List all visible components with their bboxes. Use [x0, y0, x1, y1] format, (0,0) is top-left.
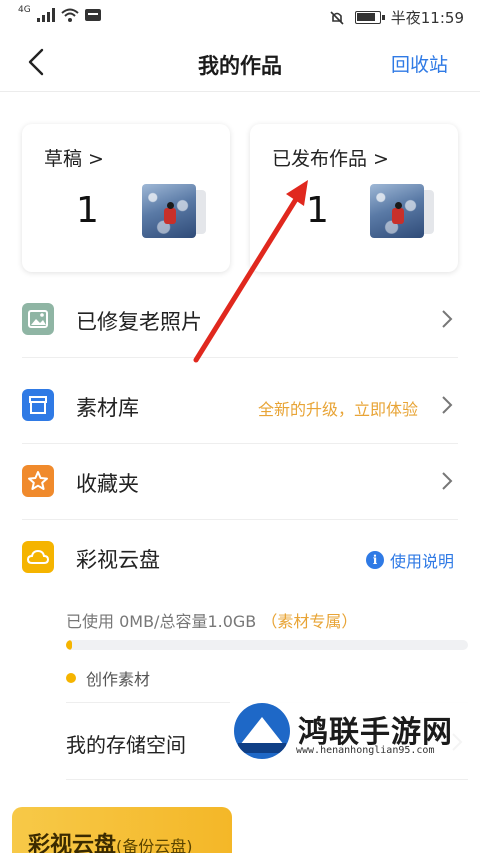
row-label: 收藏夹 [76, 472, 139, 496]
thumbnail-image [370, 184, 424, 238]
row-label: 已修复老照片 [76, 310, 202, 334]
usage-help-label: 使用说明 [389, 552, 454, 571]
usage-help-link[interactable]: i 使用说明 [365, 548, 454, 572]
watermark-url: www.henanhonglian95.com [296, 745, 435, 756]
clock: 半夜11:59 [390, 9, 464, 27]
published-card[interactable]: 已发布作品 > 1 [250, 124, 458, 272]
message-icon [84, 9, 101, 21]
cloud-icon [22, 541, 54, 573]
draft-thumbnail [142, 184, 208, 240]
chevron-right-icon [442, 396, 453, 414]
thumbnail-image [142, 184, 196, 238]
usage-progress-fill [66, 640, 73, 650]
wifi-icon [61, 8, 79, 22]
banner-title: 彩视云盘 [28, 833, 117, 853]
row-cloud-drive: 彩视云盘 i 使用说明 [22, 520, 458, 596]
recycle-bin-link[interactable]: 回收站 [391, 50, 448, 77]
published-card-title: 已发布作品 > [272, 148, 389, 170]
usage-legend: 创作素材 [66, 666, 150, 690]
row-label: 素材库 [76, 396, 139, 420]
storage-label: 我的存储空间 [66, 733, 186, 757]
chevron-right-icon [442, 310, 453, 328]
cloud-drive-banner[interactable]: 彩视云盘(备份云盘) [12, 807, 232, 853]
battery-icon [354, 11, 385, 24]
row-restored-photos[interactable]: 已修复老照片 [22, 282, 458, 358]
cloud-usage-text: 已使用 0MB/总容量1.0GB （素材专属） [66, 608, 357, 632]
chevron-right-icon [442, 472, 453, 490]
box-icon [22, 389, 54, 421]
row-label: 彩视云盘 [76, 548, 160, 572]
draft-card-title: 草稿 > [44, 148, 104, 170]
upgrade-promo-text[interactable]: 全新的升级，立即体验 [258, 396, 418, 420]
mute-icon [330, 10, 344, 25]
legend-dot [66, 673, 76, 683]
published-count: 1 [306, 190, 329, 231]
usage-amount: 已使用 0MB/总容量1.0GB [66, 612, 257, 631]
draft-card[interactable]: 草稿 > 1 [22, 124, 230, 272]
battery-fill [356, 13, 375, 21]
status-right: 半夜11:59 [329, 7, 464, 28]
network-type: 4G [18, 5, 31, 15]
star-icon [22, 465, 54, 497]
info-icon: i [365, 551, 384, 569]
draft-count: 1 [76, 190, 99, 231]
usage-progress-bar [66, 640, 468, 650]
site-watermark: 鸿联手游网 www.henanhonglian95.com [230, 701, 480, 761]
row-favorites[interactable]: 收藏夹 [22, 444, 458, 520]
nav-bar: 我的作品 回收站 [0, 34, 480, 92]
usage-tag: （素材专属） [261, 612, 358, 631]
signal-icon [36, 8, 55, 22]
watermark-logo-icon [234, 703, 290, 759]
banner-subtitle: (备份云盘) [116, 837, 193, 853]
status-bar: 4G 半夜11:59 [0, 0, 480, 34]
photo-icon [22, 303, 54, 335]
legend-label: 创作素材 [86, 670, 151, 689]
published-thumbnail [370, 184, 436, 240]
row-material-library[interactable]: 素材库 全新的升级，立即体验 [22, 368, 458, 444]
status-left: 4G [18, 5, 101, 22]
